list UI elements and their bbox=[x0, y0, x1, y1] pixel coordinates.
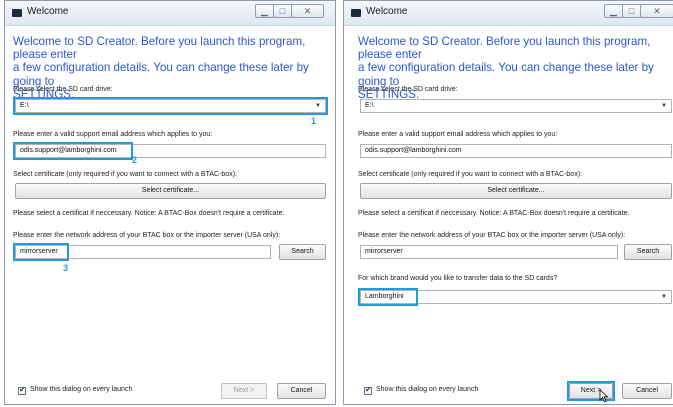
heading-line: a few configuration details. You can cha… bbox=[13, 61, 309, 88]
certificate-notice: Please select a certificat if neccessary… bbox=[13, 210, 285, 217]
checkmark-icon: ✔ bbox=[19, 385, 26, 394]
certificate-label: Select certificate (only required if you… bbox=[358, 171, 582, 178]
show-dialog-checkbox[interactable]: ✔ bbox=[18, 385, 26, 395]
email-label: Please enter a valid support email addre… bbox=[358, 131, 558, 138]
heading-line: Welcome to SD Creator. Before you launch… bbox=[358, 35, 651, 62]
email-value: odis.support@lamborghini.com bbox=[365, 147, 462, 154]
email-label: Please enter a valid support email addre… bbox=[13, 131, 213, 138]
welcome-window-right: Welcome ▁ □ ✕ Welcome to SD Creator. Bef… bbox=[343, 0, 673, 405]
callout-1: 1 bbox=[311, 116, 317, 126]
heading-line: Welcome to SD Creator. Before you launch… bbox=[13, 35, 306, 62]
app-icon bbox=[12, 9, 22, 17]
maximize-icon: □ bbox=[628, 6, 635, 16]
show-dialog-label: Show this dialog on every launch bbox=[30, 386, 133, 393]
title-bar: Welcome ▁ □ ✕ bbox=[344, 1, 673, 26]
network-address-field[interactable]: mirrorserver bbox=[15, 245, 271, 259]
next-button[interactable]: Next > bbox=[221, 383, 267, 399]
certificate-notice: Please select a certificat if neccessary… bbox=[358, 210, 630, 217]
network-label: Please enter the network address of your… bbox=[358, 232, 626, 239]
maximize-button[interactable]: □ bbox=[622, 4, 641, 18]
drive-label: Please select the SD card drive: bbox=[13, 86, 113, 93]
window-title: Welcome bbox=[366, 6, 408, 17]
network-label: Please enter the network address of your… bbox=[13, 232, 281, 239]
checkmark-icon: ✔ bbox=[365, 385, 372, 394]
close-button[interactable]: ✕ bbox=[640, 4, 673, 18]
network-value: mirrorserver bbox=[365, 248, 403, 255]
network-address-field[interactable]: mirrorserver bbox=[360, 245, 618, 259]
cancel-button[interactable]: Cancel bbox=[277, 383, 326, 399]
chevron-down-icon: ▼ bbox=[661, 294, 667, 300]
email-field[interactable]: odis.support@lamborghini.com bbox=[15, 144, 326, 158]
search-button[interactable]: Search bbox=[624, 244, 672, 260]
welcome-window-left: Welcome ▁ □ ✕ Welcome to SD Creator. Bef… bbox=[4, 0, 336, 405]
drive-label: Please select the SD card drive: bbox=[358, 86, 458, 93]
minimize-button[interactable]: ▁ bbox=[255, 4, 274, 18]
certificate-label: Select certificate (only required if you… bbox=[13, 171, 237, 178]
network-value: mirrorserver bbox=[20, 248, 58, 255]
close-icon: ✕ bbox=[303, 6, 312, 16]
window-title: Welcome bbox=[27, 6, 69, 17]
drive-select[interactable]: E:\ ▼ bbox=[15, 99, 326, 113]
maximize-icon: □ bbox=[279, 6, 286, 16]
minimize-icon: ▁ bbox=[261, 6, 268, 16]
email-value: odis.support@lamborghini.com bbox=[20, 147, 117, 154]
close-icon: ✕ bbox=[653, 6, 661, 16]
cancel-button[interactable]: Cancel bbox=[622, 383, 672, 399]
brand-label: For which brand would you like to transf… bbox=[358, 275, 558, 282]
minimize-icon: ▁ bbox=[610, 6, 617, 16]
callout-3: 3 bbox=[63, 263, 69, 273]
app-icon bbox=[351, 9, 361, 17]
maximize-button[interactable]: □ bbox=[273, 4, 292, 18]
drive-select[interactable]: E:\ ▼ bbox=[360, 99, 672, 113]
show-dialog-label: Show this dialog on every launch bbox=[376, 386, 479, 393]
close-button[interactable]: ✕ bbox=[291, 4, 324, 18]
drive-value: E:\ bbox=[365, 102, 374, 109]
select-certificate-button[interactable]: Select certificate... bbox=[15, 183, 326, 199]
mouse-cursor-icon bbox=[599, 389, 609, 403]
heading-line: a few configuration details. You can cha… bbox=[358, 61, 654, 88]
show-dialog-checkbox[interactable]: ✔ bbox=[364, 385, 372, 395]
chevron-down-icon: ▼ bbox=[315, 103, 321, 109]
brand-select[interactable]: Lamborghini ▼ bbox=[360, 290, 672, 304]
chevron-down-icon: ▼ bbox=[661, 103, 667, 109]
callout-2: 2 bbox=[132, 155, 138, 165]
email-field[interactable]: odis.support@lamborghini.com bbox=[360, 144, 672, 158]
title-bar: Welcome ▁ □ ✕ bbox=[5, 1, 335, 26]
search-button[interactable]: Search bbox=[279, 244, 326, 260]
drive-value: E:\ bbox=[20, 102, 29, 109]
brand-value: Lamborghini bbox=[365, 293, 404, 300]
minimize-button[interactable]: ▁ bbox=[604, 4, 623, 18]
select-certificate-button[interactable]: Select certificate... bbox=[360, 183, 672, 199]
